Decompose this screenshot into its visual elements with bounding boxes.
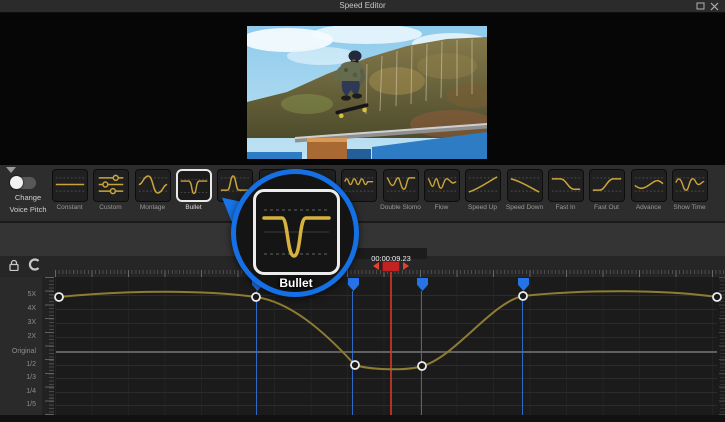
speed-editor-window: Speed Editor — [0, 0, 725, 422]
magnified-bullet-thumbnail — [253, 189, 340, 275]
bottom-strip — [0, 415, 725, 422]
magnifier-label: Bullet — [251, 276, 341, 290]
speed-label: 1/3 — [2, 373, 36, 383]
preset-double-slomo[interactable]: Double Slomo — [380, 169, 421, 211]
curve-control-point[interactable] — [713, 293, 721, 301]
playhead-handle[interactable] — [382, 261, 400, 272]
close-icon[interactable] — [709, 2, 721, 11]
speed-label: 2X — [2, 332, 36, 342]
curve-tool-icon[interactable] — [27, 258, 41, 271]
preset-constant[interactable]: Constant — [49, 169, 90, 211]
curve-control-point[interactable] — [252, 293, 260, 301]
toggle-knob-icon — [10, 176, 23, 189]
maximize-icon[interactable] — [695, 2, 707, 11]
preset-bullet[interactable]: Bullet — [173, 169, 214, 211]
preset-advance[interactable]: Advance — [628, 169, 669, 211]
preset-speed-up[interactable]: Speed Up — [462, 169, 503, 211]
voice-pitch-toggle[interactable] — [10, 177, 36, 189]
curve-control-point[interactable] — [351, 361, 359, 369]
speed-label: 1/4 — [2, 387, 36, 397]
curve-control-point[interactable] — [418, 362, 426, 370]
speed-curve — [40, 277, 725, 422]
preset-flow[interactable]: Flow — [421, 169, 462, 211]
speed-label: 6X — [2, 277, 36, 279]
window-title: Speed Editor — [0, 1, 725, 10]
playhead-timecode: 00:00:09.23 — [355, 248, 427, 259]
collapse-panel-arrow-icon[interactable] — [6, 167, 16, 173]
voice-pitch-label-1: Change — [0, 193, 56, 202]
preset-montage[interactable]: Montage — [132, 169, 173, 211]
voice-pitch-label-2: Voice Pitch — [0, 205, 56, 214]
lock-icon[interactable] — [8, 259, 20, 271]
preset-fast-out[interactable]: Fast Out — [586, 169, 627, 211]
curve-control-point[interactable] — [55, 293, 63, 301]
playhead-prev-icon[interactable] — [373, 262, 379, 270]
preset-custom[interactable]: Custom — [90, 169, 131, 211]
preset-fast-in[interactable]: Fast In — [545, 169, 586, 211]
speed-label: 1/2 — [2, 360, 36, 370]
title-bar: Speed Editor — [0, 0, 725, 13]
speed-label: 4X — [2, 304, 36, 314]
speed-label: Original — [2, 347, 36, 357]
playhead-next-icon[interactable] — [403, 262, 409, 270]
preset-speed-down[interactable]: Speed Down — [504, 169, 545, 211]
bullet-curve-icon — [256, 192, 337, 272]
curve-control-point[interactable] — [519, 292, 527, 300]
speed-scale-labels: 6X 5X 4X 3X 2X Original 1/2 1/3 1/4 1/5 — [0, 277, 42, 422]
speed-label: 1/5 — [2, 400, 36, 410]
preset-show-time[interactable]: Show Time — [669, 169, 710, 211]
speed-label: 5X — [2, 290, 36, 300]
preview-stage — [0, 13, 725, 165]
video-preview — [247, 26, 487, 159]
presets-panel: Change Voice Pitch Constant Custom Monta… — [0, 165, 725, 222]
speed-label: 3X — [2, 318, 36, 328]
skateboarder-frame — [247, 26, 487, 159]
